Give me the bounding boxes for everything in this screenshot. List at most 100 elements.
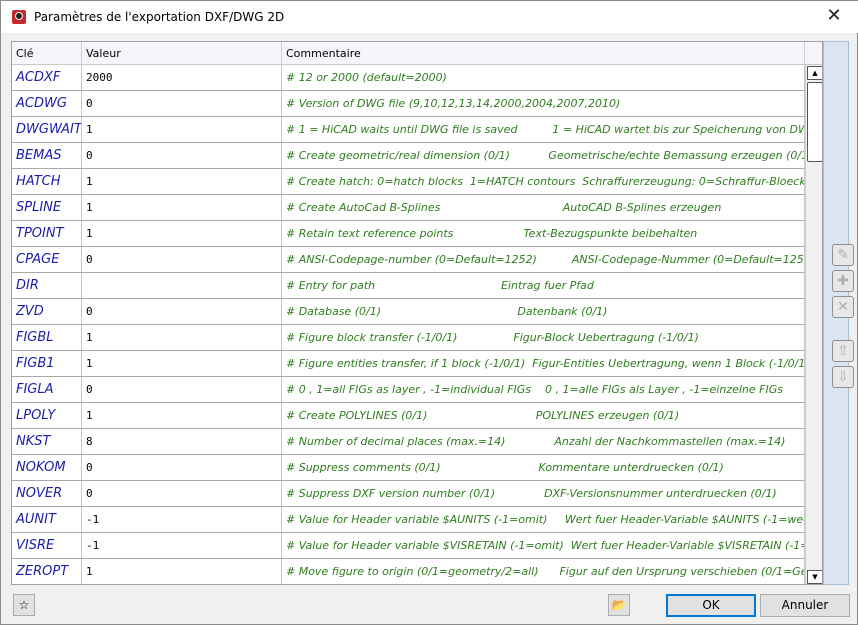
edit-button[interactable]: ✎ [832,244,854,266]
plus-icon: ✚ [837,273,849,289]
comment-cell: # 12 or 2000 (default=2000) [282,65,805,90]
comment-cell: # 1 = HiCAD waits until DWG file is save… [282,117,805,142]
table-row[interactable]: TPOINT 1 # Retain text reference points Te… [12,221,822,247]
value-cell[interactable]: 1 [82,559,282,584]
table-row[interactable]: ACDWG 0 # Version of DWG file (9,10,12,13,… [12,91,822,117]
key-cell: FIGLA [12,377,82,402]
value-cell[interactable]: 1 [82,403,282,428]
value-cell[interactable]: 1 [82,325,282,350]
comment-cell: # Database (0/1) Datenbank (0/1) [282,299,805,324]
table-row[interactable]: VISRE -1 # Value for Header variable $VISR… [12,533,822,559]
move-down-button[interactable]: ⇩ [832,366,854,388]
folder-icon: 📂 [611,598,627,612]
table-row[interactable]: DIR # Entry for path Eintrag fuer Pfad [12,273,822,299]
comment-cell: # Number of decimal places (max.=14) Anz… [282,429,805,454]
table-row[interactable]: HATCH 1 # Create hatch: 0=hatch blocks 1=H… [12,169,822,195]
column-header-comment[interactable]: Commentaire [282,42,805,64]
value-cell[interactable]: 0 [82,91,282,116]
comment-cell: # Create AutoCad B-Splines AutoCAD B-Spl… [282,195,805,220]
x-icon: ✕ [837,299,849,315]
comment-cell: # Suppress comments (0/1) Kommentare unt… [282,455,805,480]
table-header: Clé Valeur Commentaire [12,42,822,65]
table-row[interactable]: NKST 8 # Number of decimal places (max.=14… [12,429,822,455]
comment-cell: # Entry for path Eintrag fuer Pfad [282,273,805,298]
value-cell[interactable]: -1 [82,533,282,558]
key-cell: BEMAS [12,143,82,168]
comment-cell: # Value for Header variable $VISRETAIN (… [282,533,805,558]
column-header-key[interactable]: Clé [12,42,82,64]
comment-cell: # Create hatch: 0=hatch blocks 1=HATCH c… [282,169,805,194]
value-cell[interactable]: 1 [82,169,282,194]
table-row[interactable]: SPLINE 1 # Create AutoCad B-Splines AutoCA… [12,195,822,221]
key-cell: ZVD [12,299,82,324]
column-header-value[interactable]: Valeur [82,42,282,64]
key-cell: AUNIT [12,507,82,532]
arrow-down-icon: ⇩ [837,369,849,385]
key-cell: DIR [12,273,82,298]
key-cell: NKST [12,429,82,454]
value-cell[interactable]: 0 [82,247,282,272]
comment-cell: # Move figure to origin (0/1=geometry/2=… [282,559,805,584]
comment-cell: # Version of DWG file (9,10,12,13,14,200… [282,91,805,116]
vertical-scrollbar[interactable]: ▲ ▼ [805,65,822,584]
value-cell[interactable] [82,273,282,298]
key-cell: TPOINT [12,221,82,246]
pencil-icon: ✎ [837,247,849,263]
table-row[interactable]: BEMAS 0 # Create geometric/real dimension … [12,143,822,169]
comment-cell: # Create geometric/real dimension (0/1) … [282,143,805,168]
value-cell[interactable]: 1 [82,195,282,220]
comment-cell: # Suppress DXF version number (0/1) DXF-… [282,481,805,506]
table-row[interactable]: FIGBL 1 # Figure block transfer (-1/0/1) F… [12,325,822,351]
value-cell[interactable]: 1 [82,117,282,142]
key-cell: ACDXF [12,65,82,90]
scroll-thumb[interactable] [807,82,822,162]
table-row[interactable]: FIGB1 1 # Figure entities transfer, if 1 b… [12,351,822,377]
arrow-up-icon: ⇧ [837,343,849,359]
favorite-button[interactable]: ☆ [13,594,35,616]
value-cell[interactable]: 0 [82,377,282,402]
table-row[interactable]: NOKOM 0 # Suppress comments (0/1) Kommenta… [12,455,822,481]
value-cell[interactable]: 1 [82,221,282,246]
comment-cell: # Create POLYLINES (0/1) POLYLINES erzeu… [282,403,805,428]
value-cell[interactable]: 8 [82,429,282,454]
comment-cell: # ANSI-Codepage-number (0=Default=1252) … [282,247,805,272]
key-cell: DWGWAIT [12,117,82,142]
key-cell: LPOLY [12,403,82,428]
table-row[interactable]: FIGLA 0 # 0 , 1=all FIGs as layer , -1=ind… [12,377,822,403]
comment-cell: # Figure entities transfer, if 1 block (… [282,351,805,376]
key-cell: SPLINE [12,195,82,220]
table-row[interactable]: DWGWAIT 1 # 1 = HiCAD waits until DWG file… [12,117,822,143]
value-cell[interactable]: 0 [82,143,282,168]
key-cell: CPAGE [12,247,82,272]
table-row[interactable]: AUNIT -1 # Value for Header variable $AUNI… [12,507,822,533]
scroll-down-button[interactable]: ▼ [807,570,822,584]
table-row[interactable]: NOVER 0 # Suppress DXF version number (0/1… [12,481,822,507]
value-cell[interactable]: 0 [82,299,282,324]
close-button[interactable]: ✕ [823,5,845,26]
key-cell: ACDWG [12,91,82,116]
comment-cell: # Figure block transfer (-1/0/1) Figur-B… [282,325,805,350]
key-cell: VISRE [12,533,82,558]
value-cell[interactable]: 0 [82,481,282,506]
delete-button[interactable]: ✕ [832,296,854,318]
ok-button[interactable]: OK [666,594,756,617]
add-button[interactable]: ✚ [832,270,854,292]
move-up-button[interactable]: ⇧ [832,340,854,362]
row-tools-panel: ✎ ✚ ✕ ⇧ ⇩ [823,41,854,585]
table-row[interactable]: ACDXF 2000 # 12 or 2000 (default=2000) [12,65,822,91]
table-row[interactable]: ZVD 0 # Database (0/1) Datenbank (0/1) [12,299,822,325]
table-row[interactable]: CPAGE 0 # ANSI-Codepage-number (0=Default=… [12,247,822,273]
table-row[interactable]: LPOLY 1 # Create POLYLINES (0/1) POLYLINES… [12,403,822,429]
star-icon: ☆ [18,598,30,612]
value-cell[interactable]: 1 [82,351,282,376]
value-cell[interactable]: 2000 [82,65,282,90]
open-folder-button[interactable]: 📂 [608,594,630,616]
cancel-button[interactable]: Annuler [760,594,850,617]
key-cell: NOVER [12,481,82,506]
comment-cell: # Value for Header variable $AUNITS (-1=… [282,507,805,532]
table-row[interactable]: ZEROPT 1 # Move figure to origin (0/1=geom… [12,559,822,584]
value-cell[interactable]: 0 [82,455,282,480]
value-cell[interactable]: -1 [82,507,282,532]
scroll-up-button[interactable]: ▲ [807,66,822,80]
key-cell: FIGB1 [12,351,82,376]
